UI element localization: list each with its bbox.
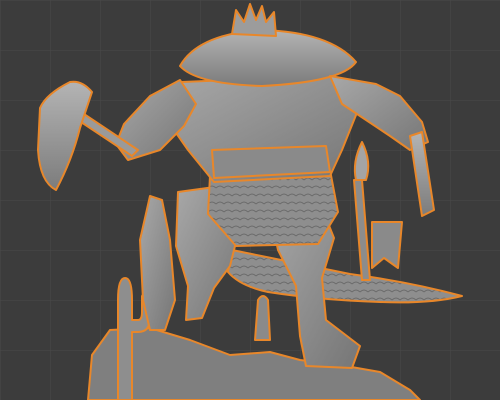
3d-viewport[interactable] [0, 0, 500, 400]
belt [211, 145, 331, 179]
cactus-right [254, 295, 271, 341]
banner [371, 221, 403, 269]
